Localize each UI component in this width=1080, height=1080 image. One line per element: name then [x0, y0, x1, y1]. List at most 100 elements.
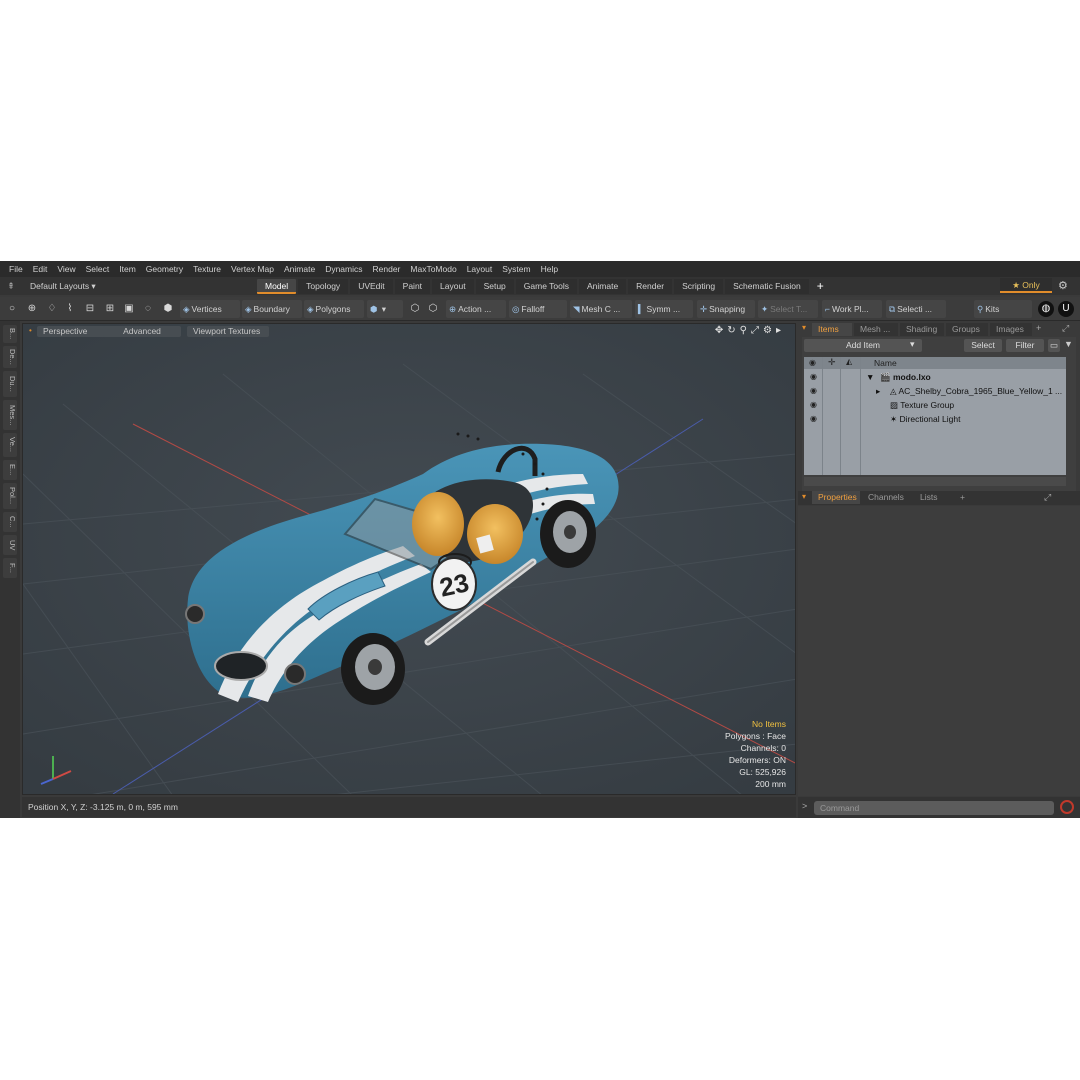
- menu-edit[interactable]: Edit: [28, 264, 53, 274]
- properties-menu-icon[interactable]: ▾: [802, 492, 806, 501]
- perspective-dropdown[interactable]: Perspective: [37, 326, 107, 337]
- select-button[interactable]: Select: [964, 339, 1002, 352]
- tab-scripting[interactable]: Scripting: [674, 278, 724, 294]
- tab-properties[interactable]: Properties: [812, 491, 860, 504]
- vtab-curve[interactable]: C...: [3, 512, 17, 532]
- menu-geometry[interactable]: Geometry: [141, 264, 188, 274]
- menu-layout[interactable]: Layout: [462, 264, 498, 274]
- menu-texture[interactable]: Texture: [188, 264, 226, 274]
- tab-game-tools[interactable]: Game Tools: [515, 278, 577, 294]
- tab-schematic-fusion[interactable]: Schematic Fusion: [725, 278, 809, 294]
- tab-items[interactable]: Items: [812, 323, 852, 336]
- menu-vertex-map[interactable]: Vertex Map: [226, 264, 279, 274]
- menu-maxtomodo[interactable]: MaxToModo: [405, 264, 461, 274]
- add-item-button[interactable]: Add Item: [804, 339, 922, 352]
- tab-render[interactable]: Render: [628, 278, 673, 294]
- menu-system[interactable]: System: [497, 264, 535, 274]
- menu-help[interactable]: Help: [536, 264, 563, 274]
- tab-paint[interactable]: Paint: [394, 278, 431, 294]
- tab-mesh[interactable]: Mesh ...: [854, 323, 898, 336]
- vtab-edge[interactable]: E...: [3, 460, 17, 480]
- vtab-mesh-edit[interactable]: Mes...: [3, 400, 17, 430]
- panel-menu-icon[interactable]: ▾: [802, 323, 806, 332]
- vtab-basic[interactable]: B...: [3, 325, 17, 343]
- record-icon[interactable]: [1060, 800, 1074, 814]
- circle-select-icon[interactable]: ○: [4, 301, 20, 317]
- menu-file[interactable]: File: [4, 264, 28, 274]
- default-layouts-dropdown[interactable]: Default Layouts ▾: [22, 281, 257, 292]
- tree-item-light[interactable]: ◉ ✶ Directional Light: [804, 412, 1066, 426]
- vtab-fusion[interactable]: F...: [3, 558, 17, 578]
- item-mode-icon[interactable]: ⬢: [160, 301, 176, 317]
- boundary-button[interactable]: ◈ Boundary: [242, 300, 302, 318]
- viewport-menu-icon[interactable]: •: [29, 326, 32, 335]
- kits-button[interactable]: ⚲ Kits: [974, 300, 1032, 318]
- viewport-nav-icons[interactable]: ✥↻⚲⤢⚙▸: [715, 325, 785, 336]
- tab-model[interactable]: Model: [257, 278, 297, 294]
- eye-icon[interactable]: ◉: [810, 414, 817, 423]
- only-toggle[interactable]: ★ Only: [1000, 278, 1052, 293]
- lasso-icon[interactable]: ♢: [44, 301, 60, 317]
- rotate-icon[interactable]: ◌: [140, 301, 156, 317]
- tab-channels[interactable]: Channels: [862, 491, 910, 504]
- menu-view[interactable]: View: [52, 264, 80, 274]
- tree-item-mesh[interactable]: ◉ ▸ ◬ AC_Shelby_Cobra_1965_Blue_Yellow_1…: [804, 384, 1066, 398]
- menu-dynamics[interactable]: Dynamics: [320, 264, 367, 274]
- expand-arrow-icon[interactable]: ▼: [866, 372, 874, 382]
- tab-setup[interactable]: Setup: [475, 278, 514, 294]
- selection-sets-button[interactable]: ⧉ Selecti ...: [886, 300, 946, 318]
- brush-icon[interactable]: ⌇: [62, 301, 78, 317]
- menu-animate[interactable]: Animate: [279, 264, 320, 274]
- layout-switch-icon[interactable]: ⇞: [0, 281, 22, 292]
- viewport-textures-dropdown[interactable]: Viewport Textures: [187, 326, 269, 337]
- mesh-constraint-button[interactable]: ◥ Mesh C ...: [570, 300, 632, 318]
- tree-item-scene[interactable]: ◉ ▼ 🎬 modo.lxo: [804, 370, 1066, 384]
- tab-groups[interactable]: Groups: [946, 323, 988, 336]
- tab-shading[interactable]: Shading: [900, 323, 944, 336]
- collapse-icon[interactable]: ▭: [1048, 339, 1060, 352]
- unreal-icon[interactable]: U: [1058, 301, 1074, 317]
- action-center-button[interactable]: ⊕ Action ...: [446, 300, 506, 318]
- properties-expand-icon[interactable]: ⤢: [1044, 492, 1051, 503]
- add-item-dropdown-icon[interactable]: ▾: [910, 339, 915, 350]
- collapse-arrow-icon[interactable]: ▸: [876, 386, 880, 397]
- tree-horizontal-scrollbar[interactable]: [804, 477, 1066, 486]
- symmetry-button[interactable]: ▍ Symm ...: [635, 300, 693, 318]
- snapping-button[interactable]: ✛ Snapping: [697, 300, 755, 318]
- work-plane-button[interactable]: ⌐ Work Pl...: [822, 300, 882, 318]
- menu-item[interactable]: Item: [114, 264, 141, 274]
- select-through-button[interactable]: ✦ Select T...: [758, 300, 818, 318]
- scale-icon[interactable]: ▣: [121, 301, 137, 317]
- eye-icon[interactable]: ◉: [810, 372, 817, 381]
- vtab-vertex[interactable]: Ve...: [3, 433, 17, 457]
- symmetry-icon[interactable]: ⬡: [407, 301, 423, 317]
- tab-animate[interactable]: Animate: [578, 278, 627, 294]
- tree-item-texture-group[interactable]: ◉ ▨ Texture Group: [804, 398, 1066, 412]
- filter-funnel-icon[interactable]: ▼: [1064, 339, 1073, 349]
- tab-images[interactable]: Images: [990, 323, 1032, 336]
- transform-icon[interactable]: ⊞: [102, 301, 118, 317]
- add-tab-icon[interactable]: +: [811, 279, 830, 293]
- unity-icon[interactable]: ◍: [1038, 301, 1054, 317]
- vtab-polygon[interactable]: Pol...: [3, 483, 17, 509]
- add-panel-tab-icon[interactable]: +: [1036, 323, 1041, 333]
- panel-expand-icon[interactable]: ⤢: [1062, 323, 1069, 334]
- 3d-viewport[interactable]: 23 • Perspective Advanced Viewport Textu…: [22, 323, 796, 795]
- globe-icon[interactable]: ⊕: [24, 301, 40, 317]
- falloff-button[interactable]: ◎ Falloff: [509, 300, 567, 318]
- tab-topology[interactable]: Topology: [298, 278, 349, 294]
- add-properties-tab[interactable]: +: [954, 491, 970, 504]
- menu-select[interactable]: Select: [81, 264, 115, 274]
- tab-layout[interactable]: Layout: [432, 278, 474, 294]
- filter-button[interactable]: Filter: [1006, 339, 1044, 352]
- polygons-button[interactable]: ◈ Polygons: [304, 300, 364, 318]
- element-icon[interactable]: ⬡: [425, 301, 441, 317]
- material-mode-button[interactable]: ⬢ ▾: [367, 300, 403, 318]
- advanced-dropdown[interactable]: Advanced: [103, 326, 181, 337]
- gear-icon[interactable]: ⚙: [1058, 279, 1068, 292]
- menu-render[interactable]: Render: [368, 264, 406, 274]
- vtab-deform[interactable]: De...: [3, 346, 17, 368]
- vtab-uv[interactable]: UV: [3, 535, 17, 555]
- move-icon[interactable]: ⊟: [82, 301, 98, 317]
- vtab-duplicate[interactable]: Du...: [3, 371, 17, 397]
